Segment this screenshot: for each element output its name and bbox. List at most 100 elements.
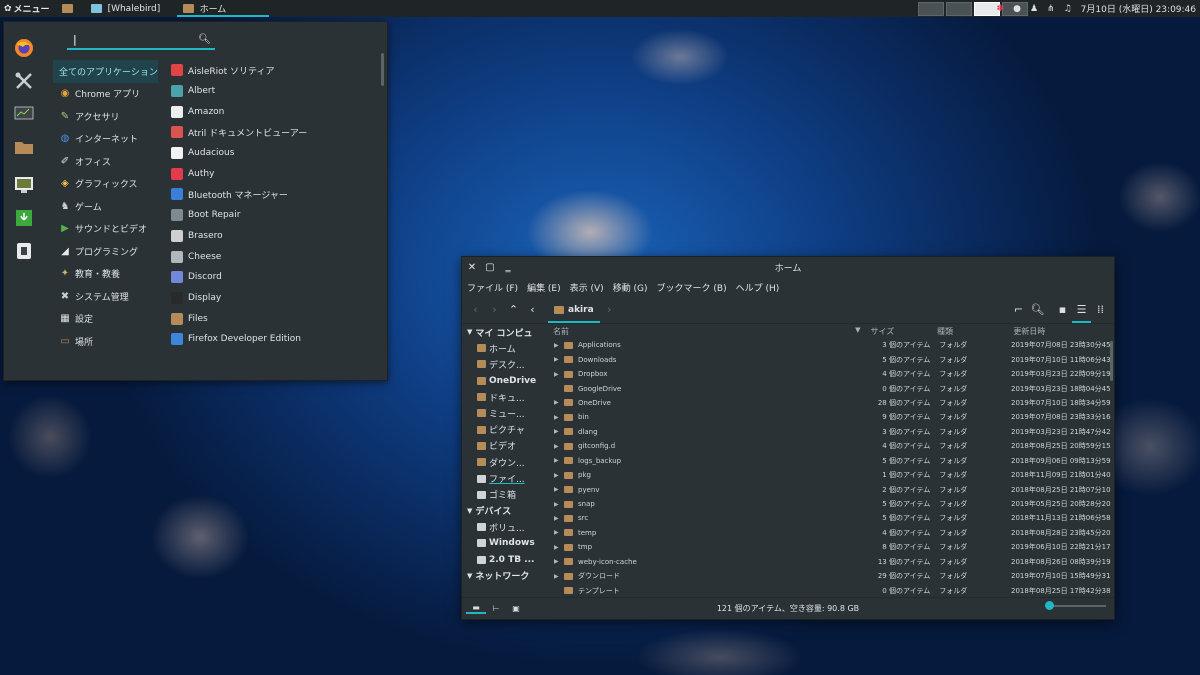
- app-item[interactable]: AisleRiot ソリティア: [167, 60, 377, 81]
- sidebar-item[interactable]: ファイ...: [462, 470, 546, 486]
- firefox-icon[interactable]: [12, 36, 36, 60]
- app-item[interactable]: Authy: [167, 163, 377, 184]
- clock[interactable]: 7月10日 (水曜日) 23:09:46: [1081, 2, 1196, 15]
- places-icon[interactable]: ▬: [466, 603, 486, 614]
- sidebar-item[interactable]: Windows: [462, 535, 546, 551]
- table-row[interactable]: ▶ dlang 3 個のアイテム フォルダ 2019年03月23日 21時47分42秒: [548, 425, 1111, 439]
- system-monitor-icon[interactable]: [12, 173, 36, 197]
- tools-icon[interactable]: [12, 69, 36, 93]
- sidebar-item[interactable]: OneDrive: [462, 373, 546, 389]
- list-scrollbar[interactable]: [1110, 341, 1113, 381]
- sidebar-section-header[interactable]: ▼ マイ コンピュ: [462, 324, 546, 340]
- sidebar-item[interactable]: デスク...: [462, 356, 546, 372]
- app-item[interactable]: Firefox Developer Edition: [167, 329, 377, 350]
- sidebar-toggle-icon[interactable]: ▣: [506, 604, 526, 613]
- network-icon[interactable]: ⋔: [1047, 4, 1055, 14]
- app-item[interactable]: Files: [167, 308, 377, 329]
- expand-arrow-icon[interactable]: ▶: [554, 356, 564, 363]
- expand-arrow-icon[interactable]: ▶: [554, 443, 564, 450]
- menu-item[interactable]: 移動 (G): [613, 281, 648, 294]
- menu-button[interactable]: ✿ メニュー: [0, 0, 56, 17]
- task-files-launcher[interactable]: [56, 0, 85, 17]
- table-row[interactable]: ▶ tmp 8 個のアイテム フォルダ 2019年06月10日 22時21分17秒: [548, 540, 1111, 554]
- task-home[interactable]: ホーム: [176, 0, 269, 17]
- category-globe[interactable]: ◍ インターネット: [53, 128, 158, 151]
- workspace-2[interactable]: [946, 2, 972, 16]
- expand-arrow-icon[interactable]: ▶: [554, 558, 564, 565]
- bell-icon[interactable]: ♟: [1030, 4, 1038, 14]
- sidebar-item[interactable]: ゴミ箱: [462, 487, 546, 503]
- category-game[interactable]: ♞ ゲーム: [53, 195, 158, 218]
- close-icon[interactable]: ✕: [463, 262, 481, 273]
- table-row[interactable]: ▶ Dropbox 4 個のアイテム フォルダ 2019年03月23日 22時09分19…: [548, 367, 1111, 381]
- task-whalebird[interactable]: [Whalebird]: [85, 0, 177, 17]
- icon-view-icon[interactable]: ▪: [1053, 303, 1072, 316]
- category-graphics[interactable]: ◈ グラフィックス: [53, 173, 158, 196]
- sidebar-item[interactable]: ビデオ: [462, 438, 546, 454]
- expand-arrow-icon[interactable]: ▶: [554, 414, 564, 421]
- app-item[interactable]: Atril ドキュメントビューアー: [167, 122, 377, 143]
- back-icon[interactable]: ‹: [466, 303, 485, 316]
- category-admin[interactable]: ✖ システム管理: [53, 285, 158, 308]
- sidebar-item[interactable]: ドキュ...: [462, 389, 546, 405]
- table-row[interactable]: ▶ weby-icon-cache 13 個のアイテム フォルダ 2018年08月26日…: [548, 555, 1111, 569]
- expand-arrow-icon[interactable]: ▶: [554, 371, 564, 378]
- table-row[interactable]: ▶ pyenv 2 個のアイテム フォルダ 2018年08月25日 21時07分10秒: [548, 482, 1111, 496]
- category-grid[interactable]: 全てのアプリケーション: [53, 60, 158, 83]
- expand-arrow-icon[interactable]: ▶: [554, 544, 564, 551]
- app-item[interactable]: Discord: [167, 267, 377, 288]
- path-right-icon[interactable]: ›: [600, 303, 619, 316]
- screensaver-icon[interactable]: [12, 239, 36, 263]
- sidebar-item[interactable]: ボリュ...: [462, 519, 546, 535]
- table-row[interactable]: ▶ temp 4 個のアイテム フォルダ 2018年08月28日 23時45分20秒: [548, 526, 1111, 540]
- category-programming[interactable]: ◢ プログラミング: [53, 240, 158, 263]
- search-input[interactable]: | 🔍︎: [67, 30, 215, 50]
- path-left-icon[interactable]: ‹: [523, 303, 542, 316]
- zoom-slider-knob[interactable]: [1045, 601, 1054, 610]
- app-item[interactable]: Albert: [167, 81, 377, 102]
- forward-icon[interactable]: ›: [485, 303, 504, 316]
- category-chrome[interactable]: ◉ Chrome アプリ: [53, 83, 158, 106]
- table-row[interactable]: ▶ logs_backup 5 個のアイテム フォルダ 2018年09月06日 09時1…: [548, 454, 1111, 468]
- table-row[interactable]: テンプレート 0 個のアイテム フォルダ 2018年08月25日 17時42分38秒: [548, 583, 1111, 597]
- menu-item[interactable]: 編集 (E): [527, 281, 561, 294]
- monitor-icon[interactable]: [12, 102, 36, 126]
- expand-arrow-icon[interactable]: ▶: [554, 428, 564, 435]
- menu-scrollbar[interactable]: [381, 53, 384, 86]
- sidebar-item[interactable]: ミュー...: [462, 405, 546, 421]
- category-office[interactable]: ✐ オフィス: [53, 150, 158, 173]
- table-row[interactable]: ▶ bin 9 個のアイテム フォルダ 2019年07月08日 23時33分16秒: [548, 410, 1111, 424]
- table-row[interactable]: ▶ pkg 1 個のアイテム フォルダ 2018年11月09日 21時01分40秒: [548, 468, 1111, 482]
- table-row[interactable]: ▶ gitconfig.d 4 個のアイテム フォルダ 2018年08月25日 20時5…: [548, 439, 1111, 453]
- category-multimedia[interactable]: ▶ サウンドとビデオ: [53, 218, 158, 241]
- exit-icon[interactable]: [12, 206, 36, 230]
- expand-arrow-icon[interactable]: ▶: [554, 486, 564, 493]
- category-places[interactable]: ▭ 場所: [53, 330, 158, 353]
- expand-arrow-icon[interactable]: ▶: [554, 529, 564, 536]
- music-icon[interactable]: ♫: [1064, 4, 1072, 14]
- zoom-slider[interactable]: [1045, 601, 1106, 610]
- breadcrumb-akira[interactable]: akira: [548, 296, 600, 323]
- column-name[interactable]: 名前 ▼: [548, 326, 867, 337]
- app-item[interactable]: Brasero: [167, 226, 377, 247]
- list-view-icon[interactable]: ☰: [1072, 296, 1091, 323]
- app-item[interactable]: Boot Repair: [167, 205, 377, 226]
- menu-item[interactable]: ファイル (F): [467, 281, 518, 294]
- expand-arrow-icon[interactable]: ▶: [554, 501, 564, 508]
- column-type[interactable]: 種類: [931, 326, 1008, 337]
- sidebar-item[interactable]: 2.0 TB ...: [462, 552, 546, 568]
- up-icon[interactable]: ⌃: [504, 303, 523, 316]
- sidebar-item[interactable]: ピクチャ: [462, 421, 546, 437]
- table-row[interactable]: ▶ Applications 3 個のアイテム フォルダ 2019年07月08日 23時…: [548, 338, 1111, 352]
- table-row[interactable]: GoogleDrive 0 個のアイテム フォルダ 2019年03月23日 18時04…: [548, 381, 1111, 395]
- app-item[interactable]: Audacious: [167, 143, 377, 164]
- search-icon[interactable]: 🔍︎: [1028, 303, 1047, 316]
- table-row[interactable]: ▶ src 5 個のアイテム フォルダ 2018年11月13日 21時06分58秒: [548, 511, 1111, 525]
- path-toggle-icon[interactable]: ⌐: [1009, 303, 1028, 316]
- column-modified[interactable]: 更新日時: [1008, 326, 1111, 337]
- sidebar-section-header[interactable]: ▼ ネットワーク: [462, 568, 546, 584]
- expand-arrow-icon[interactable]: ▶: [554, 472, 564, 479]
- expand-arrow-icon[interactable]: ▶: [554, 457, 564, 464]
- sidebar-item[interactable]: ホーム: [462, 340, 546, 356]
- app-item[interactable]: Cheese: [167, 246, 377, 267]
